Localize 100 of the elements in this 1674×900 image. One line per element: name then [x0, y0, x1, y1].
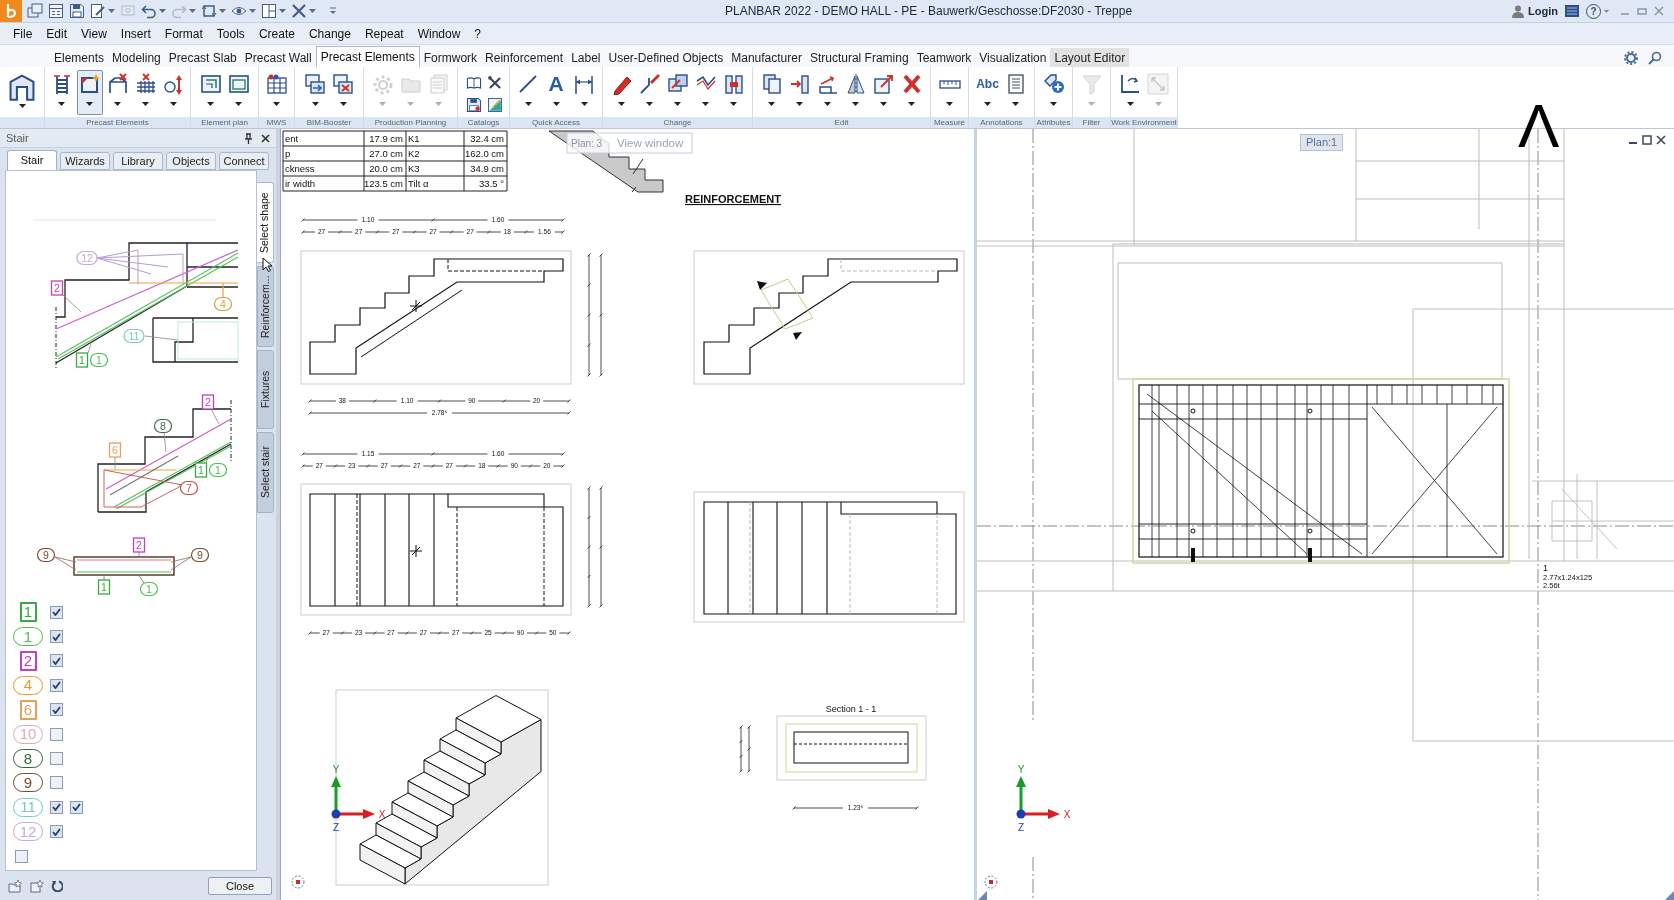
panel-tab[interactable]: Objects — [166, 152, 216, 170]
crossed-tools-icon[interactable] — [291, 3, 307, 19]
window-layout-icon[interactable] — [261, 3, 277, 19]
book-icon — [465, 74, 482, 91]
menu-item[interactable]: Window — [410, 23, 468, 44]
frame-arrows-icon[interactable] — [201, 3, 217, 19]
checkmark-icon — [52, 705, 61, 714]
table-cell: 123.5 cm — [363, 178, 403, 189]
ribbon-tab[interactable]: Modeling — [108, 48, 165, 67]
checkbox[interactable] — [50, 800, 63, 814]
checkbox[interactable] — [50, 678, 63, 692]
save-icon[interactable] — [69, 3, 85, 19]
checkbox[interactable] — [50, 703, 63, 717]
checkbox[interactable] — [50, 727, 63, 741]
move-icon — [788, 73, 811, 95]
caret-icon[interactable] — [249, 9, 256, 13]
ribbon-group-label: Catalogs — [458, 117, 509, 128]
ribbon-tab[interactable]: Precast Slab — [164, 48, 241, 67]
ribbon-tab[interactable]: Structural Framing — [805, 48, 913, 67]
axis-label: Z — [332, 822, 340, 833]
checkbox[interactable] — [15, 849, 28, 863]
copy-icon — [760, 73, 783, 95]
pin-icon[interactable] — [244, 132, 253, 144]
checkbox[interactable] — [70, 800, 83, 814]
close-icon[interactable] — [261, 133, 270, 143]
ribbon-tab[interactable]: Reinforcement — [481, 48, 568, 67]
checkbox[interactable] — [50, 630, 63, 644]
caret-icon[interactable] — [189, 9, 196, 13]
caret-icon[interactable] — [309, 9, 316, 13]
ribbon-group-label: Edit — [753, 117, 930, 128]
panel-tab[interactable]: Connect — [219, 152, 269, 170]
menu-item[interactable]: ? — [467, 23, 489, 44]
ribbon-tool-button[interactable] — [464, 95, 483, 114]
text-tool-button[interactable]: A — [543, 70, 569, 115]
table-cell: 34.9 cm — [470, 163, 504, 174]
side-tab[interactable]: Fixtures — [257, 350, 274, 429]
table-icon[interactable] — [48, 3, 64, 19]
ribbon-tab[interactable]: Teamwork — [912, 48, 976, 67]
menu-item[interactable]: Insert — [113, 23, 158, 44]
folder-star-icon[interactable] — [8, 879, 23, 893]
grid-table-icon — [265, 73, 288, 95]
menu-item[interactable]: Edit — [39, 23, 75, 44]
callout-tag: 7 — [179, 480, 199, 496]
caret-icon[interactable] — [279, 9, 286, 13]
side-tab[interactable]: Reinforcem... — [257, 266, 274, 347]
caret-icon[interactable] — [1604, 9, 1609, 13]
panel-tab[interactable]: Wizards — [60, 152, 110, 170]
checkbox[interactable] — [50, 752, 63, 766]
checkbox[interactable] — [50, 605, 63, 619]
menu-item[interactable]: Change — [301, 23, 358, 44]
checkbox[interactable] — [50, 654, 63, 668]
dimension-line — [747, 725, 751, 773]
checkmark-icon — [52, 608, 61, 617]
caret-icon[interactable] — [219, 9, 226, 13]
ribbon-tab[interactable]: Label — [567, 48, 605, 67]
dimension-icon — [573, 73, 595, 95]
ramp-edit-icon — [487, 96, 503, 113]
menu-item[interactable]: View — [74, 23, 114, 44]
ribbon-tab[interactable]: Precast Wall — [240, 48, 316, 67]
mouse-pointer-icon — [262, 257, 272, 272]
ribbon-tab[interactable]: Elements — [50, 48, 109, 67]
checkbox[interactable] — [50, 825, 63, 839]
caret-icon — [824, 102, 831, 106]
menu-item[interactable]: Create — [251, 23, 302, 44]
checkbox[interactable] — [50, 776, 63, 790]
side-tab[interactable]: Select shape — [257, 182, 274, 263]
close-button[interactable]: Close — [208, 877, 272, 895]
ribbon-tool-button[interactable] — [485, 95, 505, 114]
section-title: Section 1 - 1 — [825, 704, 877, 714]
panel-tab[interactable]: Library — [113, 152, 163, 170]
search-icon[interactable] — [1648, 50, 1662, 65]
close-icon[interactable] — [1656, 135, 1666, 145]
ribbon-tool-button[interactable] — [76, 70, 103, 115]
windows-icon[interactable] — [27, 3, 43, 19]
ribbon-tab[interactable]: Precast Elements — [315, 46, 420, 67]
ribbon-tab[interactable]: Manufacturer — [727, 48, 806, 67]
menu-item[interactable]: Tools — [209, 23, 252, 44]
text-tool-button[interactable]: Abc — [974, 70, 1001, 115]
settings-icon[interactable] — [1624, 50, 1638, 65]
reset-icon[interactable] — [51, 880, 63, 892]
maximize-icon[interactable] — [1642, 135, 1652, 145]
overflow-icon[interactable] — [329, 7, 337, 15]
ribbon-tab[interactable]: User-Defined Objects — [604, 48, 728, 67]
caret-icon — [674, 102, 681, 106]
login-button[interactable]: Login — [1528, 2, 1558, 20]
ribbon-tab[interactable]: Layout Editor — [1050, 48, 1130, 67]
view-badge[interactable]: Plan:1 — [1300, 134, 1344, 151]
menu-item[interactable]: Repeat — [357, 23, 411, 44]
ribbon-tab[interactable]: Formwork — [419, 48, 482, 67]
ribbon-group-label: Quick Access — [510, 117, 602, 128]
side-tab[interactable]: Select stair — [257, 432, 274, 513]
menu-item[interactable]: Format — [157, 23, 210, 44]
undo-icon[interactable] — [141, 3, 157, 19]
caret-icon[interactable] — [108, 9, 115, 13]
element-label: 1 — [1543, 563, 1548, 573]
panel-tab[interactable]: Stair — [7, 150, 57, 170]
menu-item[interactable]: File — [6, 23, 40, 44]
edit-document-icon[interactable] — [90, 3, 106, 19]
caret-icon[interactable] — [159, 9, 166, 13]
ribbon-tab[interactable]: Visualization — [975, 48, 1051, 67]
